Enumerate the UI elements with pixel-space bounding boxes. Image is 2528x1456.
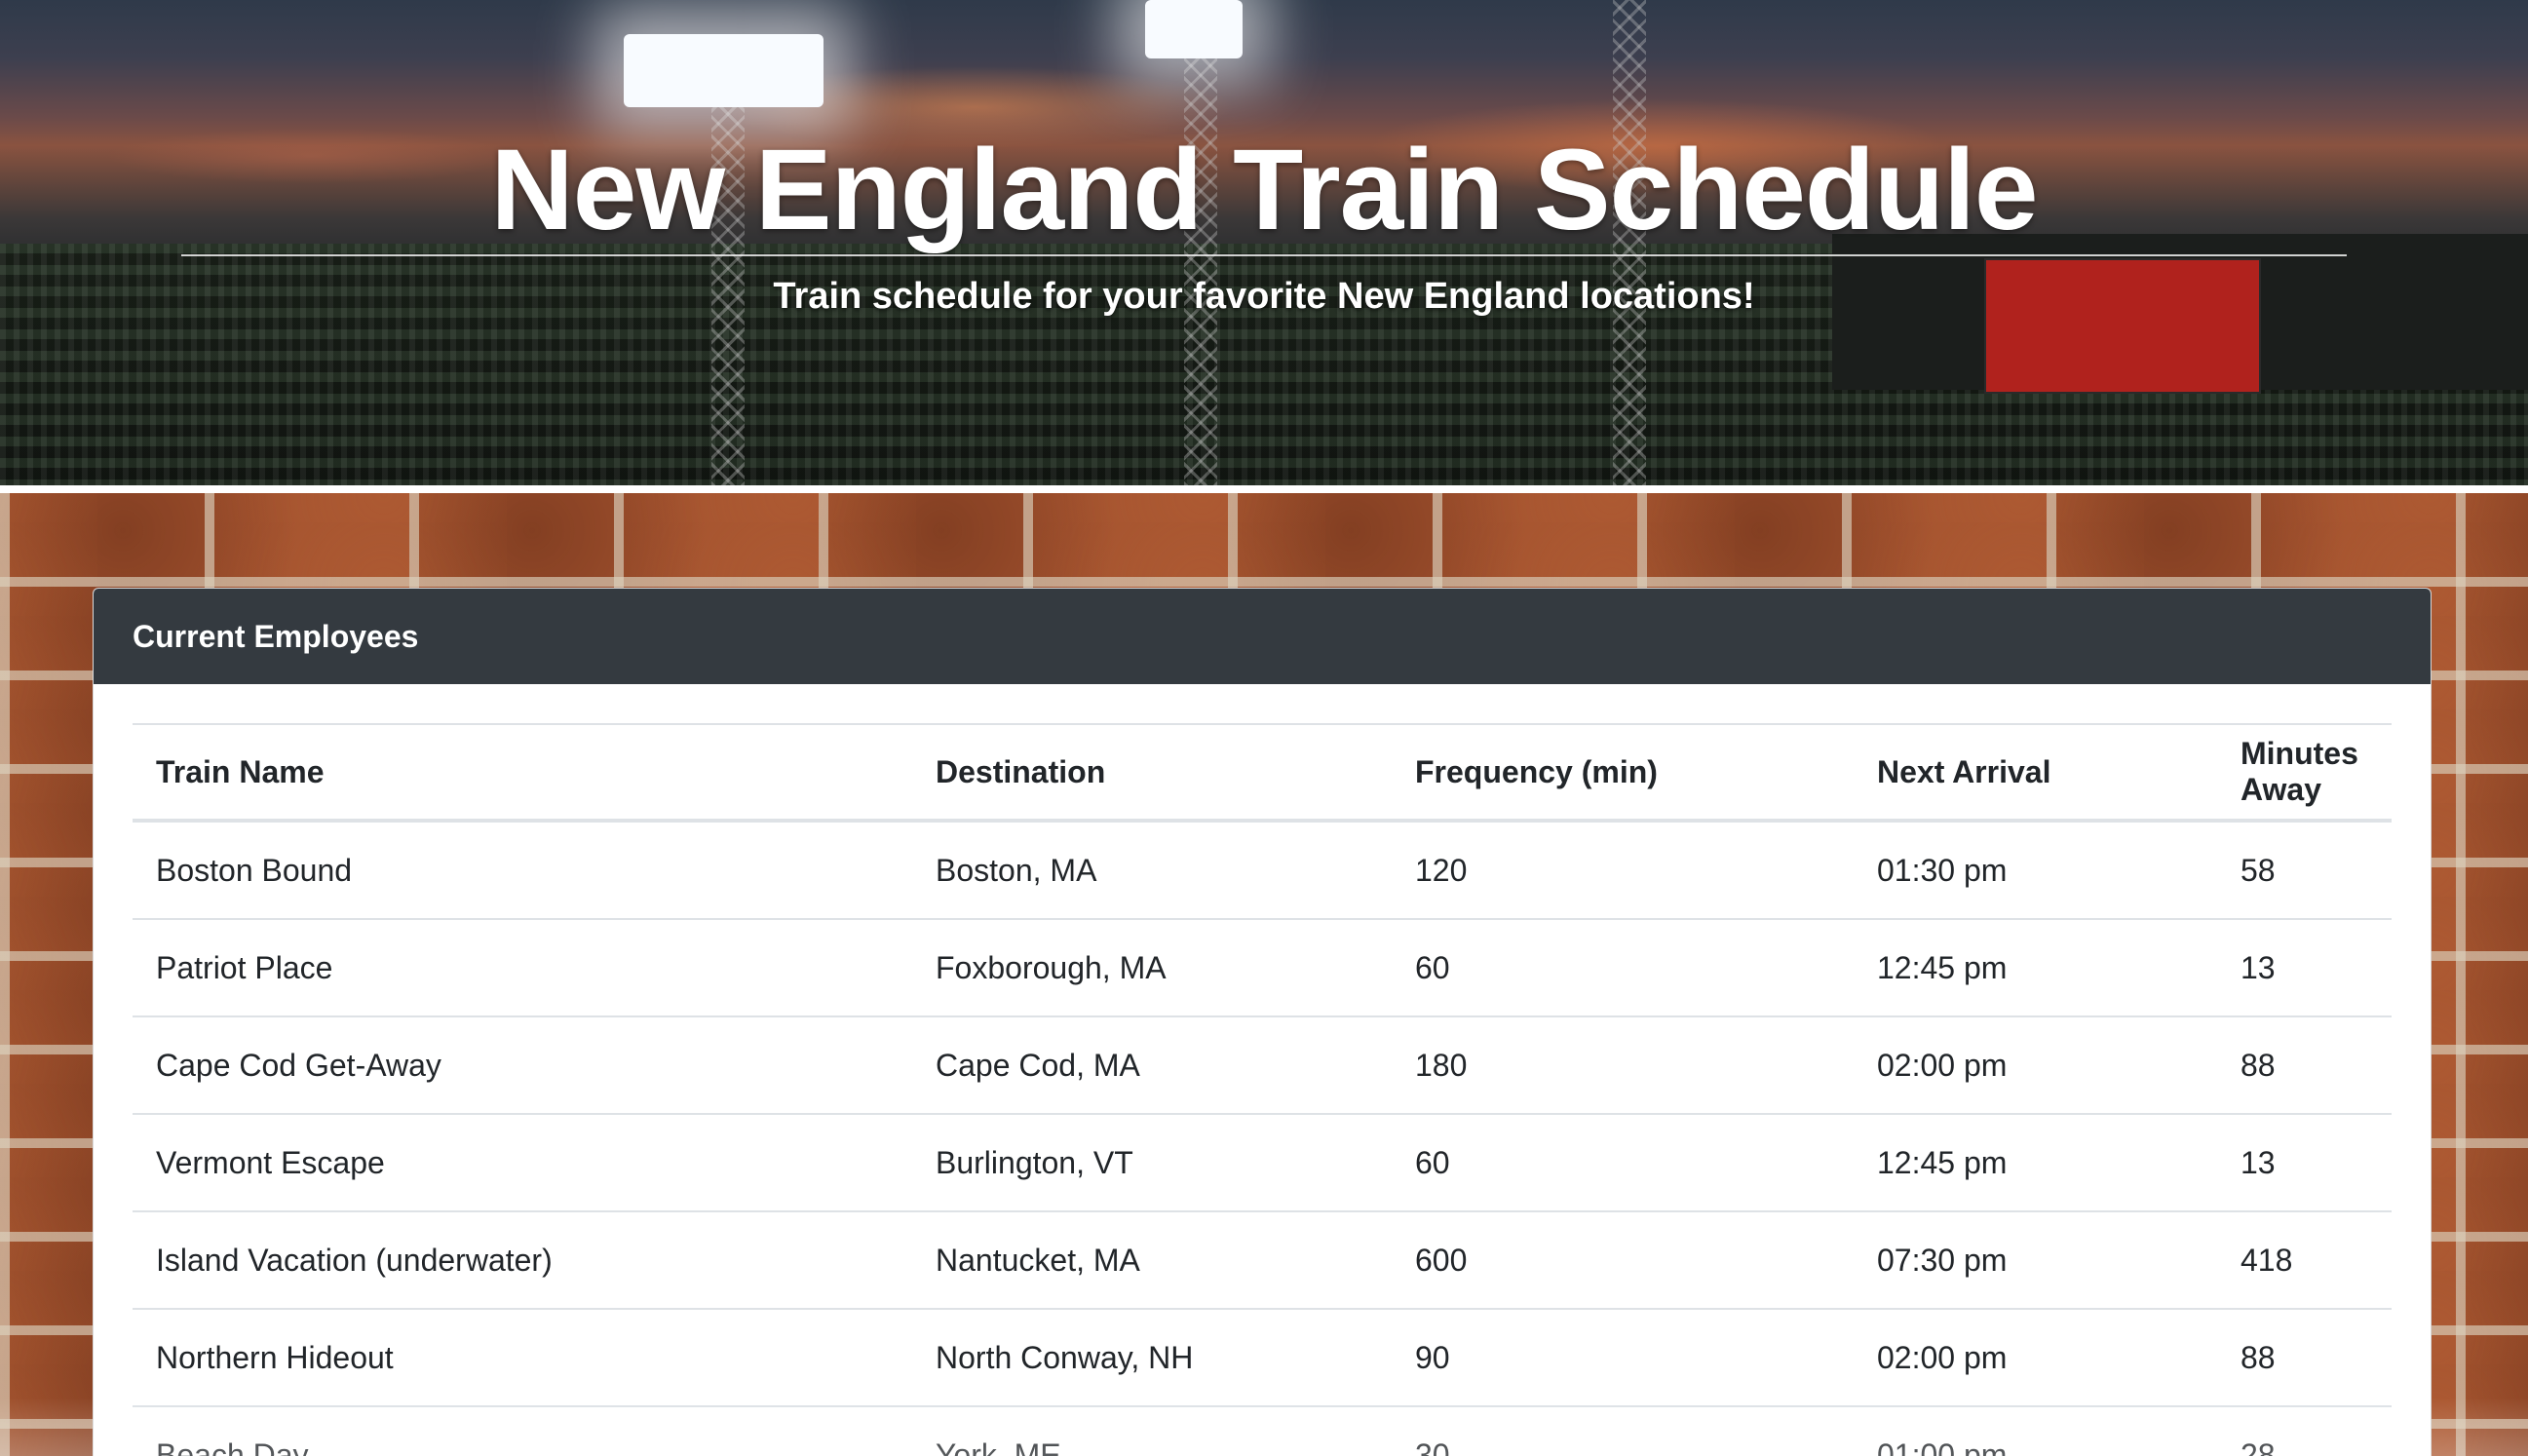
stadium-light	[1145, 0, 1243, 58]
cell-train-name: Boston Bound	[133, 820, 912, 919]
cell-destination: Cape Cod, MA	[912, 1015, 1392, 1114]
header-divider	[0, 485, 2528, 493]
cell-next-arrival: 12:45 pm	[1854, 1113, 2217, 1211]
cell-destination: North Conway, NH	[912, 1308, 1392, 1406]
cell-train-name: Beach Day	[133, 1405, 912, 1456]
cell-destination: Foxborough, MA	[912, 918, 1392, 1016]
cell-minutes-away: 13	[2217, 1113, 2392, 1211]
cell-minutes-away: 13	[2217, 918, 2392, 1016]
column-header-frequency: Frequency (min)	[1392, 723, 1854, 823]
cell-next-arrival: 01:00 pm	[1854, 1405, 2217, 1456]
cell-train-name: Cape Cod Get-Away	[133, 1015, 912, 1114]
cell-destination: Burlington, VT	[912, 1113, 1392, 1211]
cell-frequency: 180	[1392, 1015, 1854, 1114]
cell-minutes-away: 418	[2217, 1210, 2392, 1309]
table-row: Cape Cod Get-Away Cape Cod, MA 180 02:00…	[133, 1015, 2392, 1114]
column-header-next-arrival: Next Arrival	[1854, 723, 2217, 823]
table-row: Island Vacation (underwater) Nantucket, …	[133, 1210, 2392, 1309]
cell-next-arrival: 02:00 pm	[1854, 1308, 2217, 1406]
cell-frequency: 120	[1392, 820, 1854, 919]
cell-minutes-away: 28	[2217, 1405, 2392, 1456]
table-header-row: Train Name Destination Frequency (min) N…	[133, 723, 2392, 823]
cell-frequency: 600	[1392, 1210, 1854, 1309]
cell-minutes-away: 88	[2217, 1308, 2392, 1406]
cell-next-arrival: 01:30 pm	[1854, 820, 2217, 919]
table-row: Northern Hideout North Conway, NH 90 02:…	[133, 1308, 2392, 1406]
cell-frequency: 60	[1392, 918, 1854, 1016]
cell-minutes-away: 58	[2217, 820, 2392, 919]
cell-train-name: Vermont Escape	[133, 1113, 912, 1211]
cell-train-name: Northern Hideout	[133, 1308, 912, 1406]
table-row: Beach Day York, ME 30 01:00 pm 28	[133, 1405, 2392, 1456]
cell-frequency: 90	[1392, 1308, 1854, 1406]
cell-destination: Boston, MA	[912, 820, 1392, 919]
cell-destination: York, ME	[912, 1405, 1392, 1456]
table-row: Patriot Place Foxborough, MA 60 12:45 pm…	[133, 918, 2392, 1016]
stadium-light	[624, 34, 824, 107]
column-header-destination: Destination	[912, 723, 1392, 823]
schedule-table: Train Name Destination Frequency (min) N…	[133, 723, 2392, 1456]
table-row: Boston Bound Boston, MA 120 01:30 pm 58	[133, 820, 2392, 919]
page-subtitle: Train schedule for your favorite New Eng…	[773, 276, 1755, 317]
cell-train-name: Patriot Place	[133, 918, 912, 1016]
card-header: Current Employees	[94, 589, 2431, 684]
table-body: Boston Bound Boston, MA 120 01:30 pm 58 …	[133, 820, 2392, 1456]
cell-frequency: 60	[1392, 1113, 1854, 1211]
table-head: Train Name Destination Frequency (min) N…	[133, 723, 2392, 823]
column-header-minutes-away: Minutes Away	[2217, 723, 2392, 823]
cell-next-arrival: 02:00 pm	[1854, 1015, 2217, 1114]
cell-frequency: 30	[1392, 1405, 1854, 1456]
schedule-card: Current Employees Train Name Destination…	[93, 588, 2432, 1456]
cell-next-arrival: 12:45 pm	[1854, 918, 2217, 1016]
cell-minutes-away: 88	[2217, 1015, 2392, 1114]
card-body: Train Name Destination Frequency (min) N…	[94, 684, 2431, 1456]
table-row: Vermont Escape Burlington, VT 60 12:45 p…	[133, 1113, 2392, 1211]
column-header-train-name: Train Name	[133, 723, 912, 823]
cell-train-name: Island Vacation (underwater)	[133, 1210, 912, 1309]
cell-destination: Nantucket, MA	[912, 1210, 1392, 1309]
hero-banner: New England Train Schedule Train schedul…	[0, 0, 2528, 485]
cell-next-arrival: 07:30 pm	[1854, 1210, 2217, 1309]
page-title: New England Train Schedule	[490, 126, 2039, 254]
title-divider	[181, 254, 2347, 256]
